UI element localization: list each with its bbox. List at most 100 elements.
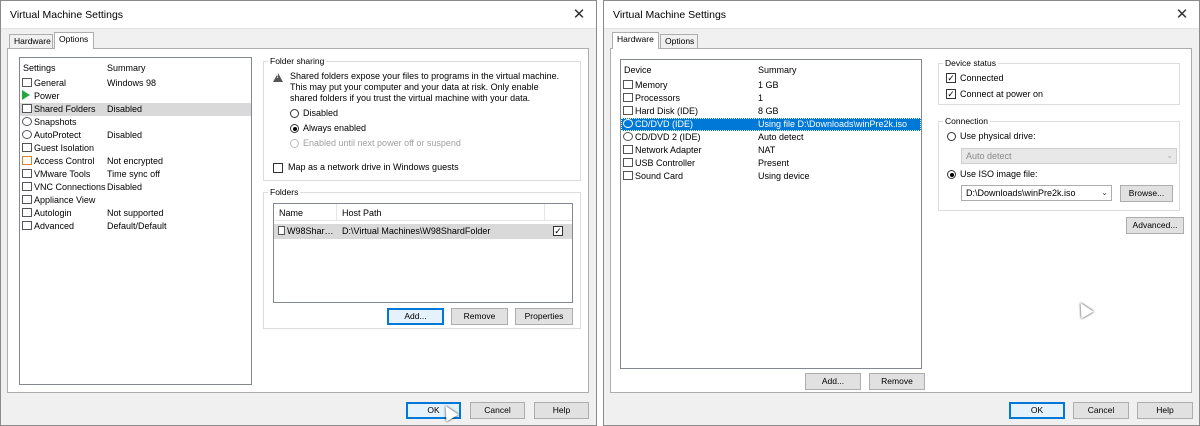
shared-folders-icon (22, 104, 32, 113)
column-header-summary: Summary (107, 63, 146, 73)
iso-path-value: D:\Downloads\winPre2k.iso (966, 188, 1076, 198)
window-title: Virtual Machine Settings (10, 9, 124, 21)
appliance-view-icon (22, 195, 32, 204)
setting-summary: Time sync off (107, 169, 161, 179)
device-name: Sound Card (635, 171, 684, 181)
autologin-icon (22, 208, 32, 217)
ok-button[interactable]: OK (1009, 402, 1065, 419)
folder-enabled-checkbox[interactable]: ✓ (553, 226, 563, 236)
setting-name: Advanced (34, 221, 75, 231)
power-icon (22, 90, 30, 100)
device-summary: Using device (758, 171, 810, 181)
folders-table[interactable]: Name Host Path W98Shar… D:\Virtual Machi… (273, 203, 573, 303)
settings-list[interactable]: Settings Summary General Windows 98 Powe… (19, 57, 252, 385)
cancel-button[interactable]: Cancel (470, 402, 525, 419)
device-row-memory[interactable]: Memory 1 GB (621, 79, 921, 92)
setting-name: Autologin (34, 208, 72, 218)
connection-title: Connection (943, 116, 991, 126)
settings-row-snapshots[interactable]: Snapshots (20, 116, 251, 129)
folder-sharing-group: Folder sharing Shared folders expose you… (263, 56, 581, 181)
title-bar: Virtual Machine Settings ✕ (1, 1, 596, 29)
warning-text-line2: This may put your computer and your data… (290, 82, 539, 92)
device-row-cd-dvd-2[interactable]: CD/DVD 2 (IDE) Auto detect (621, 131, 921, 144)
device-row-cd-dvd[interactable]: CD/DVD (IDE) Using file D:\Downloads\win… (621, 118, 921, 131)
radio-disabled[interactable] (290, 109, 299, 118)
folders-add-button[interactable]: Add... (387, 308, 444, 325)
help-button[interactable]: Help (534, 402, 589, 419)
map-network-drive-checkbox[interactable] (273, 163, 283, 173)
advanced-button[interactable]: Advanced... (1126, 217, 1184, 234)
vmware-tools-icon (22, 169, 32, 178)
chevron-down-icon: ⌄ (1166, 151, 1173, 160)
settings-row-access-control[interactable]: Access Control Not encrypted (20, 155, 251, 168)
chevron-down-icon[interactable]: ⌄ (1101, 186, 1108, 200)
setting-name: Appliance View (34, 195, 96, 205)
setting-name: Snapshots (34, 117, 77, 127)
column-header-device: Device (624, 65, 652, 75)
settings-row-autoprotect[interactable]: AutoProtect Disabled (20, 129, 251, 142)
device-remove-button[interactable]: Remove (869, 373, 925, 390)
vnc-connections-icon (22, 182, 32, 191)
warning-text-line3: shared folders if you trust the virtual … (290, 93, 531, 103)
connected-label: Connected (960, 73, 1004, 83)
radio-physical-drive[interactable] (947, 132, 956, 141)
close-icon[interactable]: ✕ (1171, 5, 1193, 25)
connect-at-power-on-checkbox[interactable]: ✓ (946, 89, 956, 99)
folders-table-header: Name Host Path (274, 204, 572, 221)
advanced-icon (22, 221, 32, 230)
settings-row-shared-folders[interactable]: Shared Folders Disabled (20, 103, 251, 116)
connect-at-power-on-label: Connect at power on (960, 89, 1044, 99)
folder-name: W98Shar… (287, 226, 334, 236)
folder-icon (278, 226, 285, 235)
help-button[interactable]: Help (1137, 402, 1193, 419)
setting-name: VMware Tools (34, 169, 91, 179)
cancel-button[interactable]: Cancel (1073, 402, 1129, 419)
folder-row[interactable]: W98Shar… D:\Virtual Machines\W98ShardFol… (274, 224, 572, 239)
settings-row-general[interactable]: General Windows 98 (20, 77, 251, 90)
settings-row-guest-isolation[interactable]: Guest Isolation (20, 142, 251, 155)
radio-iso-image[interactable] (947, 170, 956, 179)
setting-name: AutoProtect (34, 130, 82, 140)
device-row-network-adapter[interactable]: Network Adapter NAT (621, 144, 921, 157)
connected-checkbox[interactable]: ✓ (946, 73, 956, 83)
tab-options[interactable]: Options (54, 32, 94, 49)
tab-hardware[interactable]: Hardware (612, 32, 659, 49)
folders-title: Folders (268, 187, 301, 197)
tab-options[interactable]: Options (660, 34, 698, 48)
device-row-usb-controller[interactable]: USB Controller Present (621, 157, 921, 170)
device-row-hard-disk[interactable]: Hard Disk (IDE) 8 GB (621, 105, 921, 118)
column-divider (336, 204, 337, 221)
device-row-sound-card[interactable]: Sound Card Using device (621, 170, 921, 183)
physical-drive-label: Use physical drive: (960, 131, 1036, 141)
folders-properties-button[interactable]: Properties (515, 308, 573, 325)
setting-summary: Disabled (107, 104, 143, 114)
column-divider (544, 204, 545, 221)
device-list[interactable]: Device Summary Memory 1 GB Processors 1 … (620, 59, 922, 369)
setting-summary: Windows 98 (107, 78, 157, 88)
settings-row-vmware-tools[interactable]: VMware Tools Time sync off (20, 168, 251, 181)
radio-enabled-until-power-off (290, 139, 299, 148)
settings-row-advanced[interactable]: Advanced Default/Default (20, 220, 251, 233)
device-name: CD/DVD 2 (IDE) (635, 132, 701, 142)
device-summary: Using file D:\Downloads\winPre2k.iso (758, 119, 908, 129)
guest-isolation-icon (22, 143, 32, 152)
settings-row-vnc-connections[interactable]: VNC Connections Disabled (20, 181, 251, 194)
autoprotect-icon (22, 130, 32, 139)
settings-row-appliance-view[interactable]: Appliance View (20, 194, 251, 207)
warning-icon (273, 73, 283, 82)
cd-dvd-icon (623, 132, 633, 141)
folders-remove-button[interactable]: Remove (451, 308, 508, 325)
cd-dvd-icon (623, 119, 633, 128)
close-icon[interactable]: ✕ (568, 5, 590, 25)
device-row-processors[interactable]: Processors 1 (621, 92, 921, 105)
settings-row-power[interactable]: Power (20, 90, 251, 103)
tab-hardware[interactable]: Hardware (9, 34, 53, 48)
device-add-button[interactable]: Add... (805, 373, 861, 390)
setting-summary: Not supported (107, 208, 164, 218)
radio-enabled-until-label: Enabled until next power off or suspend (303, 138, 461, 148)
column-header-name: Name (279, 208, 304, 218)
browse-button[interactable]: Browse... (1120, 185, 1173, 202)
settings-row-autologin[interactable]: Autologin Not supported (20, 207, 251, 220)
iso-path-combobox[interactable]: D:\Downloads\winPre2k.iso ⌄ (961, 185, 1112, 201)
radio-always-enabled[interactable] (290, 124, 299, 133)
